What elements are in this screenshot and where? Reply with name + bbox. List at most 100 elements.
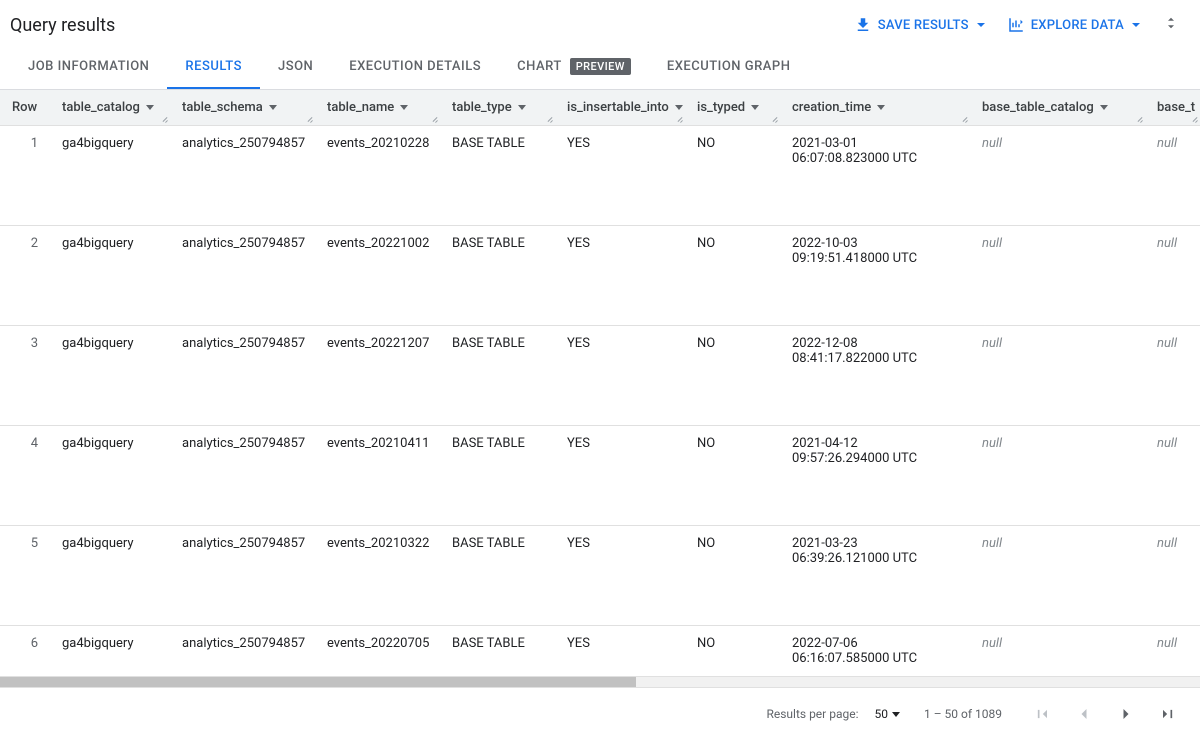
cell-base_table_schema: null [1145,126,1200,226]
tab-execution-graph[interactable]: EXECUTION GRAPH [649,46,809,89]
cell-is_typed: NO [685,326,780,426]
cell-is_typed: NO [685,426,780,526]
null-value: null [982,136,1002,151]
null-value: null [1157,236,1177,251]
row-number-cell: 2 [0,226,50,326]
column-header-base_table_catalog[interactable]: base_table_catalog [970,90,1145,126]
cell-table_name: events_20210228 [315,126,440,226]
tab-label: EXECUTION GRAPH [667,59,791,74]
tab-job-information[interactable]: JOB INFORMATION [10,46,167,89]
null-value: null [1157,436,1177,451]
tab-label: EXECUTION DETAILS [349,59,481,74]
results-table-wrapper[interactable]: Rowtable_catalogtable_schematable_nameta… [0,90,1200,677]
tab-label: JSON [278,59,313,74]
sort-caret-icon [751,105,759,110]
tab-json[interactable]: JSON [260,46,331,89]
cell-table_schema: analytics_250794857 [170,426,315,526]
column-resizer[interactable] [305,115,313,123]
pagination-range: 1 – 50 of 1089 [924,707,1002,721]
cell-table_type: BASE TABLE [440,426,555,526]
cell-creation_time: 2022-10-03 09:19:51.418000 UTC [780,226,970,326]
cell-table_schema: analytics_250794857 [170,626,315,677]
sort-caret-icon [518,105,526,110]
cell-creation_time: 2022-07-06 06:16:07.585000 UTC [780,626,970,677]
column-resizer[interactable] [960,115,968,123]
row-number-cell: 3 [0,326,50,426]
preview-badge: PREVIEW [570,58,631,75]
cell-base_table_catalog: null [970,626,1145,677]
column-header-table_catalog[interactable]: table_catalog [50,90,170,126]
cell-table_catalog: ga4bigquery [50,326,170,426]
column-header-label: creation_time [792,100,871,115]
sort-caret-icon [1100,105,1108,110]
cell-base_table_catalog: null [970,126,1145,226]
chart-icon [1007,16,1025,34]
cell-creation_time: 2022-12-08 08:41:17.822000 UTC [780,326,970,426]
cell-table_catalog: ga4bigquery [50,626,170,677]
column-header-table_type[interactable]: table_type [440,90,555,126]
cell-table_catalog: ga4bigquery [50,226,170,326]
cell-table_type: BASE TABLE [440,326,555,426]
cell-table_type: BASE TABLE [440,226,555,326]
column-resizer[interactable] [770,115,778,123]
cell-table_catalog: ga4bigquery [50,526,170,626]
column-header-base_table_schema: base_t [1145,90,1200,126]
results-table: Rowtable_catalogtable_schematable_nameta… [0,90,1200,677]
column-header-label: base_table_catalog [982,100,1094,115]
column-resizer[interactable] [675,115,683,123]
column-resizer[interactable] [545,115,553,123]
column-resizer[interactable] [430,115,438,123]
row-number-cell: 1 [0,126,50,226]
cell-base_table_catalog: null [970,326,1145,426]
cell-creation_time: 2021-03-23 06:39:26.121000 UTC [780,526,970,626]
column-resizer[interactable] [160,115,168,123]
null-value: null [982,636,1002,651]
null-value: null [1157,636,1177,651]
first-page-button[interactable] [1026,698,1058,730]
row-number-cell: 6 [0,626,50,677]
row-number-cell: 4 [0,426,50,526]
cell-base_table_schema: null [1145,626,1200,677]
tab-label: RESULTS [185,59,242,74]
column-header-label: table_type [452,100,512,115]
column-header-label: table_schema [182,100,263,115]
prev-page-button[interactable] [1068,698,1100,730]
cell-base_table_catalog: null [970,226,1145,326]
save-results-button[interactable]: SAVE RESULTS [850,10,989,40]
column-header-creation_time[interactable]: creation_time [780,90,970,126]
cell-table_catalog: ga4bigquery [50,126,170,226]
sort-caret-icon [675,105,683,110]
results-per-page-select[interactable]: 50 [874,707,900,721]
tab-execution-details[interactable]: EXECUTION DETAILS [331,46,499,89]
cell-creation_time: 2021-03-01 06:07:08.823000 UTC [780,126,970,226]
column-header-label: is_typed [697,100,745,115]
column-header-table_name[interactable]: table_name [315,90,440,126]
cell-is_typed: NO [685,526,780,626]
last-page-button[interactable] [1152,698,1184,730]
cell-table_name: events_20221207 [315,326,440,426]
column-header-table_schema[interactable]: table_schema [170,90,315,126]
table-row: 4ga4bigqueryanalytics_250794857events_20… [0,426,1200,526]
scrollbar-thumb[interactable] [0,677,636,687]
tab-results[interactable]: RESULTS [167,46,260,89]
tab-chart[interactable]: CHARTPREVIEW [499,46,649,89]
null-value: null [1157,136,1177,151]
sort-caret-icon [269,105,277,110]
expand-collapse-button[interactable] [1158,10,1184,40]
sort-caret-icon [877,105,885,110]
table-row: 3ga4bigqueryanalytics_250794857events_20… [0,326,1200,426]
column-header-is_insertable_into[interactable]: is_insertable_into [555,90,685,126]
save-results-label: SAVE RESULTS [878,18,969,33]
cell-is_typed: NO [685,126,780,226]
column-resizer[interactable] [1190,115,1198,123]
column-header-label: table_name [327,100,394,115]
explore-data-button[interactable]: EXPLORE DATA [1003,10,1144,40]
page-title: Query results [10,15,115,36]
cell-base_table_catalog: null [970,426,1145,526]
caret-down-icon [892,712,900,717]
next-page-button[interactable] [1110,698,1142,730]
column-header-is_typed[interactable]: is_typed [685,90,780,126]
chevron-left-icon [1074,704,1094,724]
horizontal-scrollbar[interactable] [0,677,1200,687]
column-resizer[interactable] [1135,115,1143,123]
